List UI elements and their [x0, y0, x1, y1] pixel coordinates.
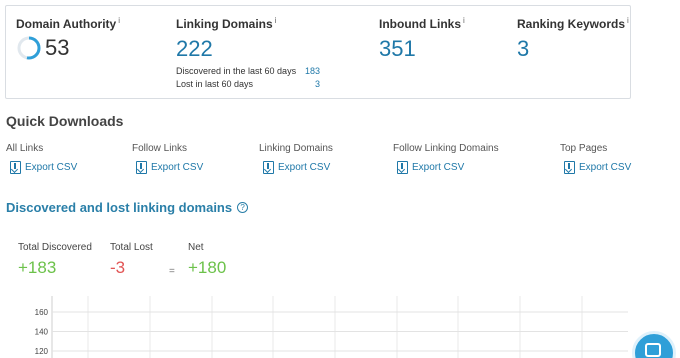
discovered-count[interactable]: 183	[305, 65, 320, 78]
inbound-links-value[interactable]: 351	[379, 37, 465, 61]
metric-inbound-links: Inbound Links i 351	[379, 16, 465, 61]
help-icon[interactable]: ?	[237, 202, 249, 213]
info-icon[interactable]: i	[118, 16, 120, 25]
download-top-pages: Top Pages Export CSV	[560, 143, 632, 174]
metric-label: Ranking Keywords i	[517, 16, 629, 31]
lost-count[interactable]: 3	[315, 78, 320, 91]
ranking-keywords-value[interactable]: 3	[517, 37, 629, 61]
download-follow-linking-domains: Follow Linking Domains Export CSV	[393, 143, 499, 174]
y-tick-label: 140	[35, 328, 49, 337]
y-tick-label: 120	[35, 347, 49, 356]
metrics-panel: Domain Authority i 53 Linking Domains i 22…	[5, 5, 631, 99]
y-tick-label: 160	[35, 308, 49, 317]
metric-ranking-keywords: Ranking Keywords i 3	[517, 16, 629, 61]
download-icon	[10, 161, 21, 174]
total-discovered-value: +183	[18, 258, 57, 277]
discovered-row: Discovered in the last 60 days 183	[176, 65, 320, 78]
metric-domain-authority: Domain Authority i 53	[16, 16, 120, 61]
export-csv-button[interactable]: Export CSV	[397, 161, 499, 174]
metric-label: Linking Domains i	[176, 16, 277, 31]
download-all-links: All Links Export CSV	[6, 143, 78, 174]
download-icon	[263, 161, 274, 174]
download-icon	[397, 161, 408, 174]
metric-label: Inbound Links i	[379, 16, 465, 31]
info-icon[interactable]: i	[463, 16, 465, 25]
stat-net: Net +180	[188, 242, 227, 277]
info-icon[interactable]: i	[627, 16, 629, 25]
export-csv-button[interactable]: Export CSV	[263, 161, 333, 174]
stat-total-discovered: Total Discovered +183	[18, 242, 92, 277]
metric-label: Domain Authority i	[16, 16, 120, 31]
download-follow-links: Follow Links Export CSV	[132, 143, 204, 174]
download-icon	[136, 161, 147, 174]
metric-linking-domains: Linking Domains i 222 Discovered in the l…	[176, 16, 320, 91]
lost-row: Lost in last 60 days 3	[176, 78, 320, 91]
page: Domain Authority i 53 Linking Domains i 22…	[0, 0, 680, 358]
stat-total-lost: Total Lost -3	[110, 242, 153, 277]
authority-gauge-icon	[17, 36, 41, 60]
info-icon[interactable]: i	[275, 16, 277, 25]
chat-icon	[645, 343, 661, 357]
export-csv-button[interactable]: Export CSV	[136, 161, 203, 174]
export-csv-button[interactable]: Export CSV	[10, 161, 77, 174]
net-value: +180	[188, 258, 227, 277]
quick-downloads-title: Quick Downloads	[6, 113, 124, 129]
linking-domains-value[interactable]: 222	[176, 37, 320, 61]
domain-authority-value: 53	[45, 35, 70, 60]
discovered-lost-chart: 160 140 120	[35, 296, 628, 358]
export-csv-button[interactable]: Export CSV	[564, 161, 631, 174]
total-lost-value: -3	[110, 258, 126, 277]
download-linking-domains: Linking Domains Export CSV	[259, 143, 333, 174]
download-icon	[564, 161, 575, 174]
discovered-lost-title: Discovered and lost linking domains ?	[6, 200, 249, 215]
equals-sign: =	[169, 266, 175, 277]
